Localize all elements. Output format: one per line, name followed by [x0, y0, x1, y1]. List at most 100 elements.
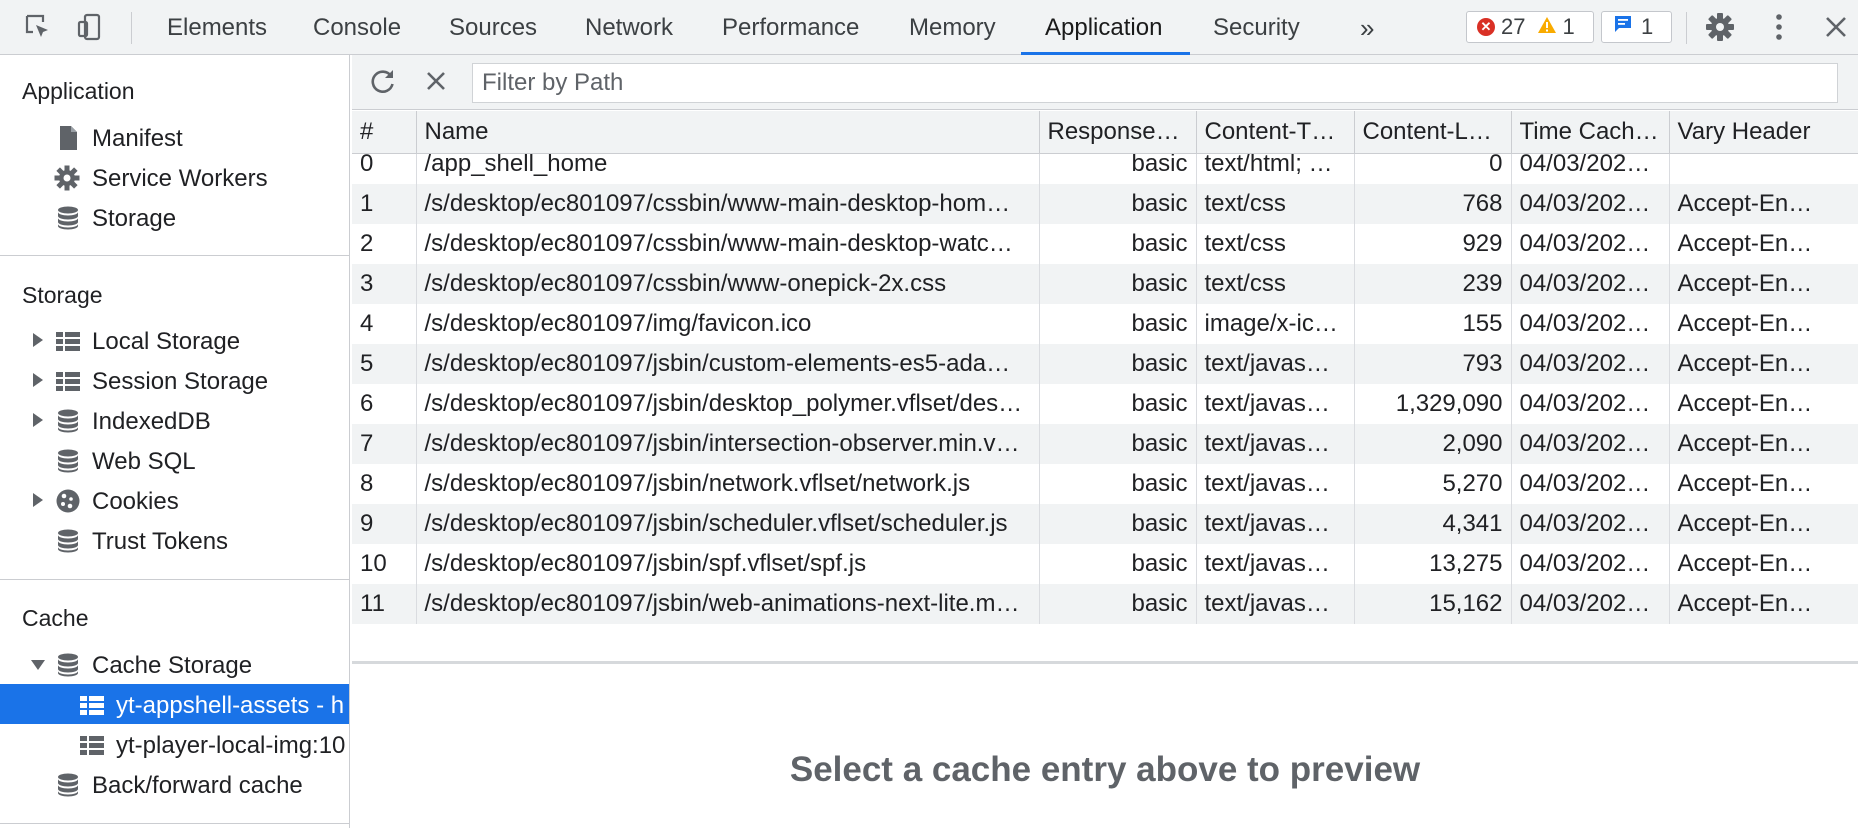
sidebar-item-label: Manifest — [92, 125, 183, 152]
cell-response-type: basic — [1039, 464, 1197, 504]
column-header-content-type[interactable]: Content-T… — [1196, 111, 1355, 154]
sidebar-item-label: yt-player-local-img:10 — [116, 732, 346, 759]
table-row[interactable]: 6/s/desktop/ec801097/jsbin/desktop_polym… — [352, 384, 1858, 424]
device-toolbar-icon[interactable] — [72, 9, 108, 45]
filter-by-path-input[interactable] — [472, 63, 1838, 103]
tab-elements[interactable]: Elements — [167, 0, 267, 55]
expand-arrow-icon[interactable] — [33, 333, 43, 347]
tab-console[interactable]: Console — [313, 0, 401, 55]
table-row[interactable]: 5/s/desktop/ec801097/jsbin/custom-elemen… — [352, 344, 1858, 384]
tab-security[interactable]: Security — [1213, 0, 1300, 55]
table-grid-icon — [79, 732, 105, 758]
tab-performance[interactable]: Performance — [722, 0, 859, 55]
delete-selected-icon[interactable] — [418, 63, 454, 99]
table-row[interactable]: 2/s/desktop/ec801097/cssbin/www-main-des… — [352, 224, 1858, 264]
column-header-time-cached[interactable]: Time Cach… — [1511, 111, 1670, 154]
database-icon — [55, 528, 81, 554]
sidebar-item-service-workers[interactable]: Service Workers — [0, 157, 349, 197]
cell-response-type: basic — [1039, 264, 1197, 304]
column-header-name[interactable]: Name — [416, 111, 1040, 154]
cell-time-cached: 04/03/202… — [1511, 154, 1670, 184]
refresh-icon[interactable] — [365, 63, 401, 99]
more-tabs-icon[interactable]: » — [1360, 0, 1374, 55]
sidebar-item-cache-storage[interactable]: Cache Storage — [0, 644, 349, 684]
close-icon[interactable] — [1818, 9, 1854, 45]
table-row[interactable]: 4/s/desktop/ec801097/img/favicon.ico basi… — [352, 304, 1858, 344]
cell-vary-header: Accept-En… — [1669, 264, 1858, 304]
devtools-toolbar: Elements Console Sources Network Perform… — [0, 0, 1858, 55]
cell-vary-header — [1669, 154, 1858, 184]
cell-content-type: text/javas… — [1196, 384, 1355, 424]
sidebar-item-label: Back/forward cache — [92, 772, 303, 799]
table-header: # Name Response… Content-T… Content-L… T… — [352, 111, 1858, 154]
table-row[interactable]: 0/app_shell_home basic text/html; … 0 04/03/… — [352, 154, 1858, 184]
sidebar-item-label: Trust Tokens — [92, 528, 229, 555]
sidebar-item-label: IndexedDB — [92, 408, 211, 435]
errors-warnings-badge[interactable]: ✕ 27 1 — [1466, 11, 1594, 43]
column-header-vary-header[interactable]: Vary Header — [1669, 111, 1858, 154]
database-icon — [55, 205, 81, 231]
messages-badge[interactable]: 1 — [1601, 11, 1672, 43]
expand-arrow-icon[interactable] — [33, 493, 43, 507]
cell-vary-header: Accept-En… — [1669, 584, 1858, 624]
sidebar-item-trust-tokens[interactable]: Trust Tokens — [0, 520, 349, 560]
sidebar-item-label: Service Workers — [92, 165, 268, 192]
cell-time-cached: 04/03/202… — [1511, 584, 1670, 624]
sidebar-item-web-sql[interactable]: Web SQL — [0, 440, 349, 480]
table-row[interactable]: 9/s/desktop/ec801097/jsbin/scheduler.vfl… — [352, 504, 1858, 544]
gear-icon — [54, 165, 80, 191]
section-divider — [0, 255, 349, 256]
column-header-index[interactable]: # — [352, 111, 417, 154]
cell-name: /s/desktop/ec801097/jsbin/network.vflset… — [416, 464, 1040, 504]
tab-sources[interactable]: Sources — [449, 0, 537, 55]
table-body-viewport[interactable]: 0/app_shell_home basic text/html; … 0 04/03/… — [352, 154, 1858, 661]
table-row[interactable]: 10/s/desktop/ec801097/jsbin/spf.vflset/s… — [352, 544, 1858, 584]
settings-gear-icon[interactable] — [1702, 9, 1738, 45]
tab-memory[interactable]: Memory — [909, 0, 996, 55]
sidebar-item-yt-player-local-img[interactable]: yt-player-local-img:10 — [0, 724, 349, 764]
cell-vary-header: Accept-En… — [1669, 184, 1858, 224]
tab-application[interactable]: Application — [1045, 0, 1162, 55]
cell-name: /s/desktop/ec801097/cssbin/www-onepick-2… — [416, 264, 1040, 304]
cell-name: /s/desktop/ec801097/jsbin/web-animations… — [416, 584, 1040, 624]
section-title-cache: Cache — [22, 605, 89, 631]
cell-content-length: 0 — [1354, 154, 1512, 184]
cell-content-type: text/javas… — [1196, 424, 1355, 464]
cache-toolbar — [352, 55, 1858, 110]
cell-index: 4 — [352, 304, 417, 344]
table-row[interactable]: 3/s/desktop/ec801097/cssbin/www-onepick-… — [352, 264, 1858, 304]
column-header-response-type[interactable]: Response… — [1039, 111, 1197, 154]
cell-name: /s/desktop/ec801097/cssbin/www-main-desk… — [416, 184, 1040, 224]
cell-content-type: text/javas… — [1196, 344, 1355, 384]
section-title-storage: Storage — [22, 282, 103, 308]
table-row[interactable]: 1/s/desktop/ec801097/cssbin/www-main-des… — [352, 184, 1858, 224]
cell-content-type: text/javas… — [1196, 504, 1355, 544]
more-options-icon[interactable] — [1761, 9, 1797, 45]
sidebar-item-indexeddb[interactable]: IndexedDB — [0, 400, 349, 440]
inspect-element-icon[interactable] — [20, 9, 56, 45]
cell-response-type: basic — [1039, 304, 1197, 344]
sidebar-item-label: Storage — [92, 205, 177, 232]
section-title-application: Application — [22, 78, 135, 104]
sidebar-item-cookies[interactable]: Cookies — [0, 480, 349, 520]
expand-arrow-icon[interactable] — [33, 373, 43, 387]
sidebar-item-session-storage[interactable]: Session Storage — [0, 360, 349, 400]
sidebar-item-label: Cache Storage — [92, 652, 253, 679]
cell-content-type: text/javas… — [1196, 464, 1355, 504]
table-row[interactable]: 7/s/desktop/ec801097/jsbin/intersection-… — [352, 424, 1858, 464]
tab-network[interactable]: Network — [585, 0, 673, 55]
table-row[interactable]: 11/s/desktop/ec801097/jsbin/web-animatio… — [352, 584, 1858, 624]
expand-arrow-icon[interactable] — [33, 413, 43, 427]
collapse-arrow-icon[interactable] — [31, 660, 45, 670]
table-grid-icon — [55, 328, 81, 354]
table-row[interactable]: 8/s/desktop/ec801097/jsbin/network.vflse… — [352, 464, 1858, 504]
sidebar-item-manifest[interactable]: Manifest — [0, 117, 349, 157]
cell-content-length: 793 — [1354, 344, 1512, 384]
cell-name: /s/desktop/ec801097/jsbin/custom-element… — [416, 344, 1040, 384]
sidebar-item-yt-appshell-assets[interactable]: yt-appshell-assets - h — [0, 684, 349, 724]
sidebar-item-storage-overview[interactable]: Storage — [0, 197, 349, 237]
column-header-content-length[interactable]: Content-L… — [1354, 111, 1512, 154]
warning-count: 1 — [1562, 14, 1575, 39]
sidebar-item-back-forward-cache[interactable]: Back/forward cache — [0, 764, 349, 804]
sidebar-item-local-storage[interactable]: Local Storage — [0, 320, 349, 360]
